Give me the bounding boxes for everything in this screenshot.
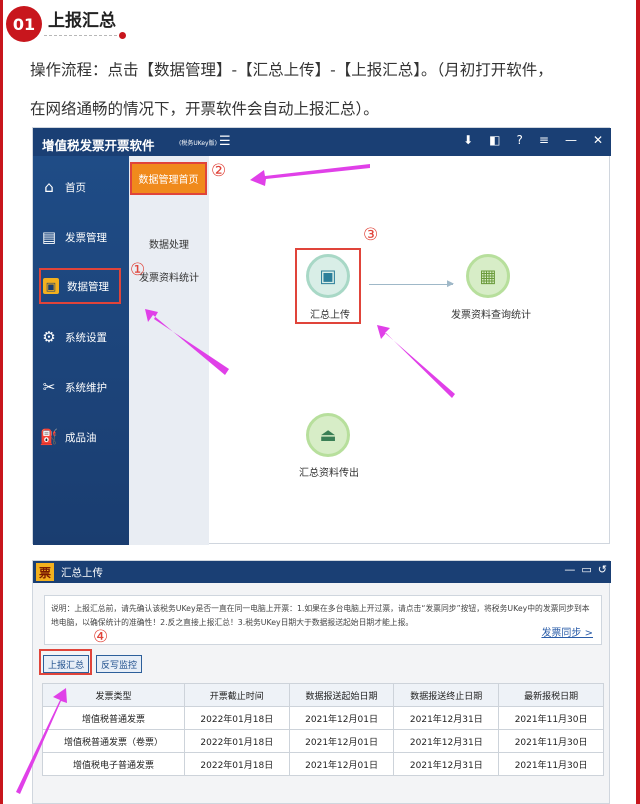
cell: 2021年12月01日 xyxy=(288,729,395,753)
submenu: 数据管理首页 数据处理 发票资料统计 xyxy=(129,156,209,545)
sidebar-item-invoice[interactable]: ▤ 发票管理 xyxy=(41,222,125,252)
cell: 2021年11月30日 xyxy=(498,752,604,776)
upload-title: 汇总上传 xyxy=(61,567,103,579)
instruction-line-2: 在网络通畅的情况下，开票软件会自动上报汇总）。 xyxy=(30,100,379,118)
minimize-icon[interactable]: — xyxy=(564,563,575,576)
flow-arrow-icon: ▶ xyxy=(447,279,454,289)
fuel-icon: ⛽ xyxy=(39,428,59,446)
writeback-monitor-button[interactable]: 反写监控 xyxy=(96,655,142,673)
app-titlebar: 增值税发票开票软件 (税务UKey版) ☰ ⬇ ◧ ? ≡ — ✕ xyxy=(33,128,611,156)
title-underline xyxy=(44,35,122,36)
col-report-start: 数据报送起始日期 xyxy=(288,683,395,707)
sidebar: ⌂ 首页 ▤ 发票管理 ▣ 数据管理 ⚙ 系统设置 ✂ 系统维护 ⛽ 成品油 xyxy=(33,156,129,545)
flow-connector xyxy=(369,284,453,285)
invoice-logo-icon: 票 xyxy=(36,563,54,581)
sliders-icon: ⚙ xyxy=(42,328,56,346)
sidebar-label: 系统维护 xyxy=(65,381,107,394)
sidebar-label: 数据管理 xyxy=(67,280,109,293)
frame-right xyxy=(636,0,640,804)
submenu-item-data-home[interactable]: 数据管理首页 xyxy=(130,162,207,195)
sidebar-item-data-management[interactable]: ▣ 数据管理 xyxy=(39,268,121,304)
invoice-sync-link[interactable]: 发票同步 > xyxy=(541,627,593,641)
app-window-data-management: 增值税发票开票软件 (税务UKey版) ☰ ⬇ ◧ ? ≡ — ✕ ⌂ 首页 ▤… xyxy=(32,127,611,545)
col-latest-tax-date: 最新报税日期 xyxy=(498,683,604,707)
col-invoice-type: 发票类型 xyxy=(42,683,185,707)
restore-icon[interactable]: ▭ xyxy=(581,563,591,576)
sidebar-item-oil[interactable]: ⛽ 成品油 xyxy=(39,422,125,452)
section-number: 01 xyxy=(6,6,42,42)
cell: 增值税电子普通发票 xyxy=(42,752,185,776)
sidebar-item-maintenance[interactable]: ✂ 系统维护 xyxy=(41,372,125,402)
help-icon[interactable]: ? xyxy=(517,133,523,147)
note-text: 说明：上报汇总前，请先确认该税务UKey是否一直在同一电脑上开票：1.如果在多台… xyxy=(51,604,590,627)
cell: 2022年01月18日 xyxy=(183,752,290,776)
cell: 2021年11月30日 xyxy=(498,729,604,753)
col-issue-deadline: 开票截止时间 xyxy=(183,683,290,707)
marker-2: ② xyxy=(211,161,227,181)
sidebar-label: 发票管理 xyxy=(65,231,107,244)
tools-icon: ✂ xyxy=(42,378,56,396)
submenu-item-data-processing[interactable]: 数据处理 xyxy=(129,236,209,251)
cell: 2021年12月31日 xyxy=(393,729,500,753)
cell: 2021年12月01日 xyxy=(288,752,395,776)
summary-export-icon[interactable]: ⏏ xyxy=(306,413,350,457)
back-icon[interactable]: ↺ xyxy=(598,563,607,576)
database-icon: ▣ xyxy=(43,278,59,294)
minimize-icon[interactable]: — xyxy=(565,133,577,147)
table-header-row: 发票类型 开票截止时间 数据报送起始日期 数据报送终止日期 最新报税日期 xyxy=(42,683,604,707)
cell: 2022年01月18日 xyxy=(183,729,290,753)
cell: 增值税普通发票（卷票） xyxy=(42,729,185,753)
instruction-line-1: 操作流程：点击【数据管理】-【汇总上传】-【上报汇总】。（月初打开软件， xyxy=(30,61,553,79)
marker-1: ① xyxy=(130,260,146,280)
frame-left xyxy=(0,0,3,804)
invoice-query-icon[interactable]: ▦ xyxy=(466,254,510,298)
summary-export-label: 汇总资料传出 xyxy=(299,468,359,479)
list-icon[interactable]: ≡ xyxy=(539,133,549,147)
menu-toggle-icon[interactable]: ☰ xyxy=(219,134,231,149)
upload-titlebar: 票 汇总上传 — ▭ ↺ xyxy=(33,561,611,583)
table-row[interactable]: 增值税普通发票 2022年01月18日 2021年12月01日 2021年12月… xyxy=(42,706,604,730)
download-icon[interactable]: ⬇ xyxy=(463,133,473,147)
cell: 2021年12月31日 xyxy=(393,752,500,776)
app-title: 增值税发票开票软件 xyxy=(42,138,155,153)
cell: 2021年12月01日 xyxy=(288,706,395,730)
upload-summary-button[interactable]: 上报汇总 xyxy=(43,655,89,673)
window-controls: ⬇ ◧ ? ≡ — ✕ xyxy=(463,133,603,147)
sidebar-item-home[interactable]: ⌂ 首页 xyxy=(41,172,125,202)
app-subtitle: (税务UKey版) xyxy=(179,140,217,147)
app-window-summary-upload: 票 汇总上传 — ▭ ↺ 说明：上报汇总前，请先确认该税务UKey是否一直在同一… xyxy=(32,560,611,804)
col-report-end: 数据报送终止日期 xyxy=(393,683,500,707)
summary-table: 发票类型 开票截止时间 数据报送起始日期 数据报送终止日期 最新报税日期 增值税… xyxy=(42,683,604,776)
cell: 2021年12月31日 xyxy=(393,706,500,730)
book-icon[interactable]: ◧ xyxy=(489,133,500,147)
section-title: 上报汇总 xyxy=(48,11,116,31)
upload-window-controls: — ▭ ↺ xyxy=(564,563,607,576)
cell: 2022年01月18日 xyxy=(183,706,290,730)
summary-upload-label: 汇总上传 xyxy=(310,310,350,321)
cell: 增值税普通发票 xyxy=(42,706,185,730)
close-icon[interactable]: ✕ xyxy=(593,133,603,147)
home-icon: ⌂ xyxy=(44,178,54,196)
table-row[interactable]: 增值税普通发票（卷票） 2022年01月18日 2021年12月01日 2021… xyxy=(42,729,604,753)
sidebar-item-settings[interactable]: ⚙ 系统设置 xyxy=(41,322,125,352)
title-dot xyxy=(119,32,126,39)
marker-3: ③ xyxy=(363,225,379,245)
marker-4: ④ xyxy=(93,627,109,647)
printer-icon: ▤ xyxy=(41,228,57,246)
cell: 2021年11月30日 xyxy=(498,706,604,730)
sidebar-label: 首页 xyxy=(65,181,86,194)
invoice-query-label: 发票资料查询统计 xyxy=(451,310,531,321)
instructions-note: 说明：上报汇总前，请先确认该税务UKey是否一直在同一电脑上开票：1.如果在多台… xyxy=(44,595,602,645)
summary-upload-icon[interactable]: ▣ xyxy=(306,254,350,298)
sidebar-label: 系统设置 xyxy=(65,331,107,344)
sidebar-label: 成品油 xyxy=(65,431,97,444)
table-row[interactable]: 增值税电子普通发票 2022年01月18日 2021年12月01日 2021年1… xyxy=(42,752,604,776)
